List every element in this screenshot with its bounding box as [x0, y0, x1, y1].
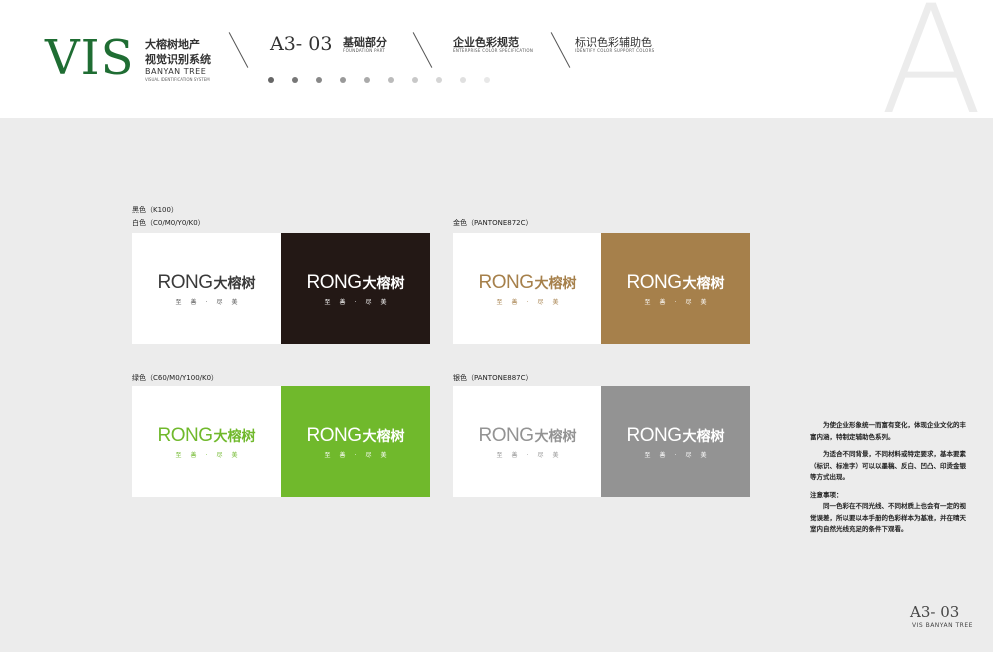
logo-card-white-black: RONG 大榕树 至善·尽美: [132, 233, 281, 344]
label-green: 绿色（C60/M0/Y100/K0）: [132, 374, 219, 382]
vis-logo: VIS: [45, 30, 135, 86]
label-white: 白色（C0/M0/Y0/K0）: [132, 219, 205, 227]
progress-dot: [316, 77, 322, 83]
logo-rong: RONG: [306, 271, 363, 293]
logo-wordmark: RONG 大榕树: [307, 272, 405, 294]
logo-wordmark: RONG 大榕树: [627, 272, 725, 294]
label-gold: 金色（PANTONE872C）: [453, 219, 533, 227]
logo-tagline: 至善·尽美: [496, 298, 568, 306]
progress-dot: [484, 77, 490, 83]
logo-wordmark: RONG 大榕树: [158, 272, 256, 294]
page-code: A3- 03: [270, 33, 333, 55]
label-silver: 银色（PANTONE887C）: [453, 374, 533, 382]
progress-dot: [340, 77, 346, 83]
logo-card-gold: RONG 大榕树 至善·尽美: [601, 233, 750, 344]
progress-dot: [292, 77, 298, 83]
divider-slash: [550, 32, 571, 68]
logo-cn: 大榕树: [362, 428, 405, 445]
page-header: VIS 大榕树地产 视觉识别系统 BANYAN TREE VISUAL IDEN…: [0, 0, 993, 136]
content-panel: [0, 118, 993, 652]
logo-tagline: 至善·尽美: [324, 298, 396, 306]
note-paragraph-1: 为使企业形象统一而富有变化，体现企业文化的丰富内涵，特制定辅助色系列。: [810, 421, 966, 441]
progress-dot: [268, 77, 274, 83]
logo-cn: 大榕树: [362, 275, 405, 292]
brand-name-en: BANYAN TREE: [145, 67, 207, 76]
logo-card-black: RONG 大榕树 至善·尽美: [281, 233, 430, 344]
divider-slash: [228, 32, 249, 68]
logo-rong: RONG: [626, 424, 683, 446]
logo-rong: RONG: [157, 424, 214, 446]
progress-dot: [388, 77, 394, 83]
logo-card-white-gold: RONG 大榕树 至善·尽美: [453, 233, 602, 344]
progress-dot: [460, 77, 466, 83]
logo-rong: RONG: [306, 424, 363, 446]
brand-name-cn: 大榕树地产 视觉识别系统: [145, 37, 211, 67]
logo-rong: RONG: [478, 271, 535, 293]
logo-tagline: 至善·尽美: [175, 451, 247, 459]
logo-wordmark: RONG 大榕树: [627, 425, 725, 447]
logo-tagline: 至善·尽美: [644, 451, 716, 459]
usage-notes: 为使企业形象统一而富有变化，体现企业文化的丰富内涵，特制定辅助色系列。 为适合不…: [810, 420, 970, 542]
logo-cn: 大榕树: [534, 275, 577, 292]
logo-wordmark: RONG 大榕树: [479, 272, 577, 294]
logo-cn: 大榕树: [534, 428, 577, 445]
label-black: 黑色（K100）: [132, 206, 178, 214]
logo-tagline: 至善·尽美: [324, 451, 396, 459]
brand-name-en-sub: VISUAL IDENTIFICATION SYSTEM: [145, 77, 210, 82]
brand-name-line2: 视觉识别系统: [145, 53, 211, 66]
logo-wordmark: RONG 大榕树: [307, 425, 405, 447]
progress-dots: [268, 77, 490, 83]
logo-cn: 大榕树: [682, 275, 725, 292]
section-sub-color-spec: ENTERPRISE COLOR SPECIFICATION: [453, 48, 534, 53]
note-paragraph-3: 同一色彩在不同光线、不同材质上也会有一定的视觉误差，所以要以本手册的色彩样本为基…: [810, 502, 966, 533]
note-heading: 注意事项：: [810, 490, 843, 499]
progress-dot: [364, 77, 370, 83]
logo-tagline: 至善·尽美: [496, 451, 568, 459]
progress-dot: [436, 77, 442, 83]
divider-slash: [412, 32, 433, 68]
section-sub-support-colors: IDENTIFY COLOR SUPPORT COLORS: [575, 48, 655, 53]
logo-rong: RONG: [478, 424, 535, 446]
decorative-letter: A: [880, 0, 983, 148]
progress-dot: [412, 77, 418, 83]
logo-wordmark: RONG 大榕树: [479, 425, 577, 447]
brand-name-line1: 大榕树地产: [145, 38, 200, 51]
logo-card-white-silver: RONG 大榕树 至善·尽美: [453, 386, 602, 497]
logo-cn: 大榕树: [213, 428, 256, 445]
logo-tagline: 至善·尽美: [644, 298, 716, 306]
footer-brand: VIS BANYAN TREE: [912, 622, 973, 629]
note-paragraph-2: 为适合不同背景，不同材料或特定要求，基本要素（标识、标准字）可以以墨稿、反白、凹…: [810, 450, 966, 481]
logo-card-white-green: RONG 大榕树 至善·尽美: [132, 386, 281, 497]
logo-cn: 大榕树: [213, 275, 256, 292]
logo-rong: RONG: [626, 271, 683, 293]
section-sub-foundation: FOUNDATION PART: [343, 48, 386, 53]
logo-card-green: RONG 大榕树 至善·尽美: [281, 386, 430, 497]
logo-wordmark: RONG 大榕树: [158, 425, 256, 447]
logo-card-silver: RONG 大榕树 至善·尽美: [601, 386, 750, 497]
logo-rong: RONG: [157, 271, 214, 293]
logo-tagline: 至善·尽美: [175, 298, 247, 306]
logo-cn: 大榕树: [682, 428, 725, 445]
footer-page-code: A3- 03: [910, 603, 960, 621]
